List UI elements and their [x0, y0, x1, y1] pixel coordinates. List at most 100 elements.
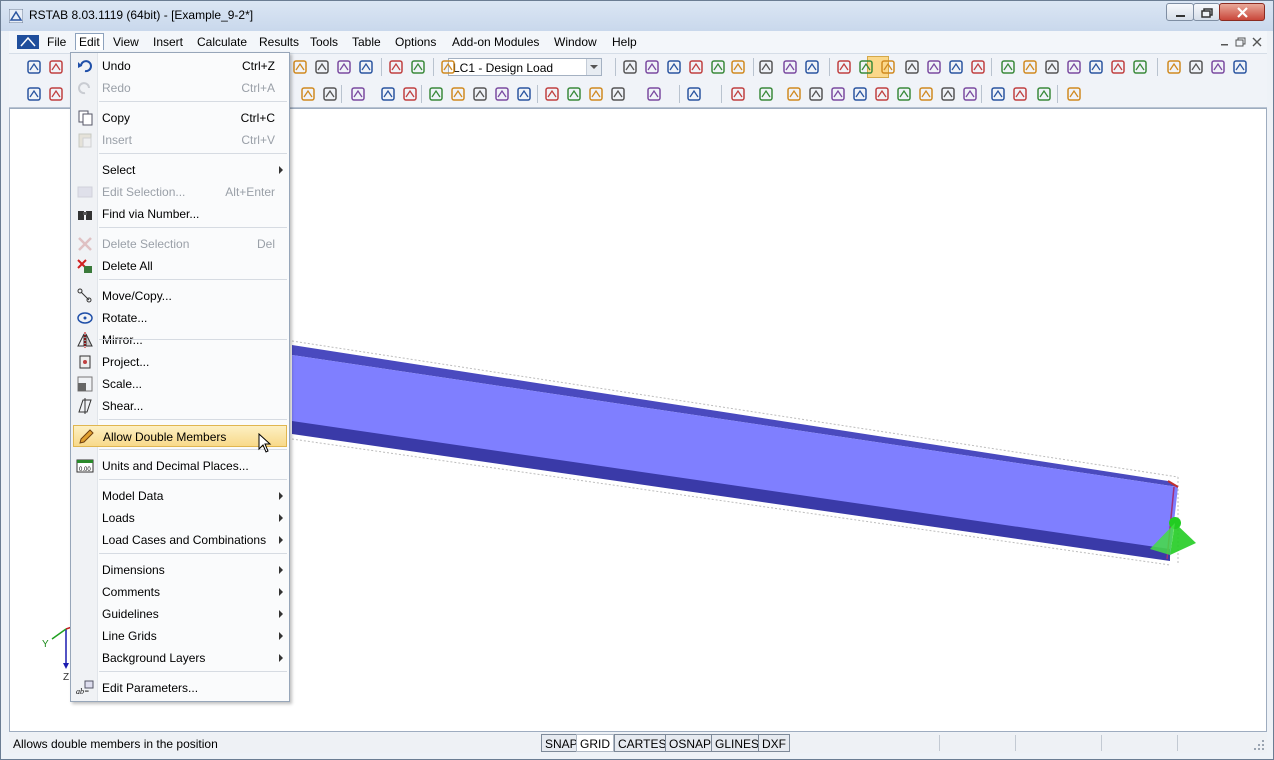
secondary-toolbar-tool-4-icon[interactable]	[299, 85, 317, 103]
menu-item-line-grids[interactable]: Line Grids	[73, 625, 287, 647]
secondary-toolbar-tool-7-icon[interactable]	[379, 85, 397, 103]
mdi-close-icon[interactable]	[1251, 36, 1263, 48]
secondary-toolbar-tool-24-icon[interactable]	[829, 85, 847, 103]
main-toolbar-tool-23-icon[interactable]	[903, 58, 921, 76]
maximize-button[interactable]	[1193, 3, 1220, 21]
menu-item-units-and-decimal-places[interactable]: 0.00 Units and Decimal Places...	[73, 455, 287, 477]
menu-item-shear[interactable]: Shear...	[73, 395, 287, 417]
minimize-button[interactable]	[1166, 3, 1194, 21]
secondary-toolbar-tool-11-icon[interactable]	[471, 85, 489, 103]
secondary-toolbar-tool-5-icon[interactable]	[321, 85, 339, 103]
main-toolbar-tool-17-icon[interactable]	[757, 58, 775, 76]
menu-item-delete-all[interactable]: Delete All	[73, 255, 287, 277]
menu-help[interactable]: Help	[608, 34, 641, 50]
menu-item-comments[interactable]: Comments	[73, 581, 287, 603]
main-toolbar-tool-29-icon[interactable]	[1043, 58, 1061, 76]
main-toolbar-tool-24-icon[interactable]	[925, 58, 943, 76]
glines-toggle[interactable]: GLINES	[711, 734, 764, 752]
main-toolbar-tool-28-icon[interactable]	[1021, 58, 1039, 76]
menu-calculate[interactable]: Calculate	[193, 34, 251, 50]
menu-item-scale[interactable]: Scale...	[73, 373, 287, 395]
secondary-toolbar-tool-28-icon[interactable]	[917, 85, 935, 103]
menu-item-edit-parameters[interactable]: ab= Edit Parameters...	[73, 677, 287, 699]
menu-item-background-layers[interactable]: Background Layers	[73, 647, 287, 669]
menu-edit[interactable]: Edit	[75, 33, 104, 50]
dxf-toggle[interactable]: DXF	[758, 734, 790, 752]
secondary-toolbar-tool-1-icon[interactable]	[25, 85, 43, 103]
secondary-toolbar-tool-10-icon[interactable]	[449, 85, 467, 103]
main-toolbar-tool-6-icon[interactable]	[335, 58, 353, 76]
menu-item-project[interactable]: Project...	[73, 351, 287, 373]
main-toolbar-tool-19-icon[interactable]	[803, 58, 821, 76]
main-toolbar-tool-11-icon[interactable]	[621, 58, 639, 76]
main-toolbar-tool-9-icon[interactable]	[409, 58, 427, 76]
rstab-logo-icon[interactable]	[15, 33, 41, 51]
secondary-toolbar-tool-21-icon[interactable]	[757, 85, 775, 103]
secondary-toolbar-tool-30-icon[interactable]	[961, 85, 979, 103]
secondary-toolbar-tool-32-icon[interactable]	[1011, 85, 1029, 103]
secondary-toolbar-tool-13-icon[interactable]	[515, 85, 533, 103]
menu-options[interactable]: Options	[391, 34, 440, 50]
menu-item-edit-selection[interactable]: Edit Selection... Alt+Enter	[73, 181, 287, 203]
main-toolbar-tool-21-icon[interactable]	[857, 58, 875, 76]
load-case-combo[interactable]: LC1 - Design Load	[448, 58, 602, 76]
secondary-toolbar-tool-12-icon[interactable]	[493, 85, 511, 103]
cartes-toggle[interactable]: CARTES	[614, 734, 671, 752]
secondary-toolbar-tool-20-icon[interactable]	[729, 85, 747, 103]
menu-item-find-via-number[interactable]: Find via Number...	[73, 203, 287, 225]
secondary-toolbar-tool-25-icon[interactable]	[851, 85, 869, 103]
menu-item-redo[interactable]: Redo Ctrl+A	[73, 77, 287, 99]
menu-view[interactable]: View	[109, 34, 143, 50]
main-toolbar-tool-4-icon[interactable]	[291, 58, 309, 76]
menu-item-undo[interactable]: Undo Ctrl+Z	[73, 55, 287, 77]
main-toolbar-tool-37-icon[interactable]	[1231, 58, 1249, 76]
menu-item-model-data[interactable]: Model Data	[73, 485, 287, 507]
menu-item-delete-selection[interactable]: Delete Selection Del	[73, 233, 287, 255]
menu-item-dimensions[interactable]: Dimensions	[73, 559, 287, 581]
menu-table[interactable]: Table	[348, 34, 385, 50]
main-toolbar-tool-15-icon[interactable]	[709, 58, 727, 76]
menu-tools[interactable]: Tools	[306, 34, 342, 50]
main-toolbar-tool-7-icon[interactable]	[357, 58, 375, 76]
secondary-toolbar-tool-15-icon[interactable]	[565, 85, 583, 103]
main-toolbar-tool-18-icon[interactable]	[781, 58, 799, 76]
menu-item-rotate[interactable]: Rotate...	[73, 307, 287, 329]
main-toolbar-tool-22-icon[interactable]	[879, 58, 897, 76]
main-toolbar-tool-36-icon[interactable]	[1209, 58, 1227, 76]
main-toolbar-tool-25-icon[interactable]	[947, 58, 965, 76]
main-toolbar-tool-5-icon[interactable]	[313, 58, 331, 76]
menu-item-select[interactable]: Select	[73, 159, 287, 181]
secondary-toolbar-tool-33-icon[interactable]	[1035, 85, 1053, 103]
menu-item-guidelines[interactable]: Guidelines	[73, 603, 287, 625]
main-toolbar-tool-26-icon[interactable]	[969, 58, 987, 76]
secondary-toolbar-tool-29-icon[interactable]	[939, 85, 957, 103]
main-toolbar-tool-27-icon[interactable]	[999, 58, 1017, 76]
osnap-toggle[interactable]: OSNAP	[665, 734, 716, 752]
beam-web[interactable]	[292, 355, 1178, 557]
menu-add-on-modules[interactable]: Add-on Modules	[448, 34, 543, 50]
secondary-toolbar-tool-14-icon[interactable]	[543, 85, 561, 103]
menu-item-loads[interactable]: Loads	[73, 507, 287, 529]
menu-results[interactable]: Results	[255, 34, 303, 50]
secondary-toolbar-tool-34-icon[interactable]	[1065, 85, 1083, 103]
main-toolbar-tool-14-icon[interactable]	[687, 58, 705, 76]
main-toolbar-tool-35-icon[interactable]	[1187, 58, 1205, 76]
menu-file[interactable]: File	[43, 34, 70, 50]
secondary-toolbar-tool-22-icon[interactable]	[785, 85, 803, 103]
main-toolbar-tool-20-icon[interactable]	[835, 58, 853, 76]
main-toolbar-tool-8-icon[interactable]	[387, 58, 405, 76]
main-toolbar-tool-1-icon[interactable]	[25, 58, 43, 76]
secondary-toolbar-tool-9-icon[interactable]	[427, 85, 445, 103]
menu-item-load-cases-and-combinations[interactable]: Load Cases and Combinations	[73, 529, 287, 551]
secondary-toolbar-tool-27-icon[interactable]	[895, 85, 913, 103]
secondary-toolbar-tool-17-icon[interactable]	[609, 85, 627, 103]
main-toolbar-tool-32-icon[interactable]	[1109, 58, 1127, 76]
secondary-toolbar-tool-19-icon[interactable]	[685, 85, 703, 103]
main-toolbar-tool-16-icon[interactable]	[729, 58, 747, 76]
grid-toggle[interactable]: GRID	[576, 734, 614, 752]
menu-item-allow-double-members[interactable]: Allow Double Members	[73, 425, 287, 447]
menu-item-insert[interactable]: Insert Ctrl+V	[73, 129, 287, 151]
secondary-toolbar-tool-26-icon[interactable]	[873, 85, 891, 103]
main-toolbar-tool-2-icon[interactable]	[47, 58, 65, 76]
secondary-toolbar-tool-6-icon[interactable]	[349, 85, 367, 103]
